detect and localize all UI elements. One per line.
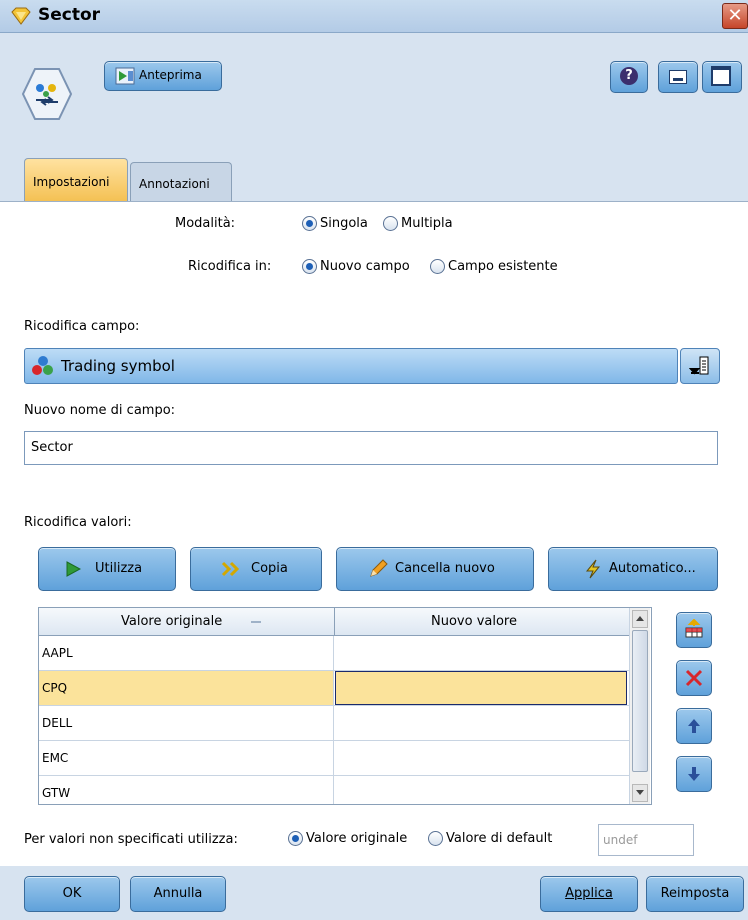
tab-impostazioni[interactable]: Impostazioni bbox=[24, 158, 128, 201]
reset-label: Reimposta bbox=[660, 886, 730, 901]
scroll-down-button[interactable] bbox=[632, 784, 648, 802]
copy-button[interactable]: Copia bbox=[190, 547, 322, 591]
recode-values-label: Ricodifica valori: bbox=[24, 515, 132, 530]
preview-button[interactable]: Anteprima bbox=[104, 61, 222, 91]
table-header: Valore originale Nuovo valore bbox=[39, 608, 629, 636]
new-field-name-input[interactable] bbox=[31, 433, 711, 461]
title-bar bbox=[0, 0, 748, 33]
apply-label: Applica bbox=[565, 886, 613, 901]
insert-row-button[interactable] bbox=[676, 612, 712, 648]
maximize-icon bbox=[711, 66, 731, 86]
close-button[interactable]: ✕ bbox=[722, 3, 748, 29]
radio-valore-originale-label: Valore originale bbox=[306, 831, 408, 846]
cell-new-value[interactable] bbox=[335, 671, 627, 705]
default-value-input[interactable]: undef bbox=[598, 824, 694, 856]
use-label: Utilizza bbox=[95, 561, 143, 576]
recode-values-table: Valore originale Nuovo valore AAPL CPQ D… bbox=[38, 607, 652, 805]
tab-annotazioni[interactable]: Annotazioni bbox=[130, 162, 232, 201]
delete-icon bbox=[685, 669, 703, 687]
double-chevron-icon bbox=[221, 561, 240, 577]
mode-label: Modalità: bbox=[175, 216, 236, 231]
play-icon bbox=[66, 561, 81, 577]
reset-button[interactable]: Reimposta bbox=[646, 876, 744, 912]
radio-singola-label: Singola bbox=[320, 216, 368, 231]
table-row[interactable]: DELL bbox=[39, 706, 629, 741]
minimize-button[interactable] bbox=[658, 61, 698, 93]
radio-campo-esistente-label: Campo esistente bbox=[448, 259, 558, 274]
field-picker-button[interactable] bbox=[680, 348, 720, 384]
minimize-icon bbox=[669, 70, 687, 84]
table-row[interactable]: GTW bbox=[39, 776, 629, 804]
recode-field-label: Ricodifica campo: bbox=[24, 319, 140, 334]
copy-label: Copia bbox=[251, 561, 288, 576]
cell-new-value[interactable] bbox=[335, 741, 627, 775]
radio-nuovo-campo[interactable] bbox=[302, 259, 317, 274]
auto-label: Automatico... bbox=[609, 561, 696, 576]
insert-row-icon bbox=[685, 619, 703, 638]
column-header-new[interactable]: Nuovo valore bbox=[431, 614, 517, 629]
radio-singola[interactable] bbox=[302, 216, 317, 231]
table-row-selected[interactable]: CPQ bbox=[39, 671, 629, 706]
radio-campo-esistente[interactable] bbox=[430, 259, 445, 274]
arrow-down-icon bbox=[688, 767, 700, 781]
sector-node-icon bbox=[11, 7, 31, 25]
radio-valore-originale[interactable] bbox=[288, 831, 303, 846]
scroll-up-button[interactable] bbox=[632, 610, 648, 628]
cell-original: CPQ bbox=[42, 681, 68, 695]
use-button[interactable]: Utilizza bbox=[38, 547, 176, 591]
toolbar bbox=[0, 33, 748, 153]
move-up-button[interactable] bbox=[676, 708, 712, 744]
recode-node-icon bbox=[22, 68, 72, 120]
cell-original: EMC bbox=[42, 751, 69, 765]
recode-field-select[interactable]: Trading symbol bbox=[24, 348, 678, 384]
new-field-name-label: Nuovo nome di campo: bbox=[24, 403, 176, 418]
radio-valore-default[interactable] bbox=[428, 831, 443, 846]
move-down-button[interactable] bbox=[676, 756, 712, 792]
table-row[interactable]: EMC bbox=[39, 741, 629, 776]
cell-original: AAPL bbox=[42, 646, 73, 660]
cell-original: DELL bbox=[42, 716, 73, 730]
pencil-icon bbox=[370, 559, 388, 577]
clear-new-button[interactable]: Cancella nuovo bbox=[336, 547, 534, 591]
help-icon: ? bbox=[620, 67, 638, 85]
cell-new-value[interactable] bbox=[335, 636, 627, 670]
nominal-field-icon bbox=[32, 356, 53, 375]
window-title: Sector bbox=[38, 5, 101, 25]
sort-icon bbox=[251, 621, 261, 623]
apply-button[interactable]: Applica bbox=[540, 876, 638, 912]
cell-new-value[interactable] bbox=[335, 776, 627, 804]
ok-button[interactable]: OK bbox=[24, 876, 120, 912]
cell-new-value[interactable] bbox=[335, 706, 627, 740]
help-button[interactable]: ? bbox=[610, 61, 648, 93]
unspecified-label: Per valori non specificati utilizza: bbox=[24, 832, 238, 847]
cancel-button[interactable]: Annulla bbox=[130, 876, 226, 912]
delete-row-button[interactable] bbox=[676, 660, 712, 696]
radio-multipla-label: Multipla bbox=[401, 216, 453, 231]
radio-nuovo-campo-label: Nuovo campo bbox=[320, 259, 410, 274]
new-field-name-input-wrap bbox=[24, 431, 718, 465]
table-scrollbar[interactable] bbox=[629, 608, 650, 804]
preview-icon bbox=[115, 67, 135, 85]
maximize-button[interactable] bbox=[702, 61, 742, 93]
radio-valore-default-label: Valore di default bbox=[446, 831, 553, 846]
tab-label: Annotazioni bbox=[139, 177, 210, 191]
table-row[interactable]: AAPL bbox=[39, 636, 629, 671]
scroll-thumb[interactable] bbox=[632, 630, 648, 772]
clear-new-label: Cancella nuovo bbox=[395, 561, 495, 576]
cancel-label: Annulla bbox=[153, 886, 203, 901]
ok-label: OK bbox=[62, 886, 82, 901]
radio-multipla[interactable] bbox=[383, 216, 398, 231]
column-header-original[interactable]: Valore originale bbox=[121, 614, 222, 629]
recode-into-label: Ricodifica in: bbox=[188, 259, 272, 274]
field-picker-icon bbox=[689, 356, 709, 375]
arrow-up-icon bbox=[688, 719, 700, 733]
cell-original: GTW bbox=[42, 786, 71, 800]
recode-field-value: Trading symbol bbox=[61, 357, 175, 375]
preview-label: Anteprima bbox=[139, 68, 202, 82]
default-value-text: undef bbox=[603, 833, 638, 847]
tab-label: Impostazioni bbox=[33, 175, 110, 189]
auto-button[interactable]: Automatico... bbox=[548, 547, 718, 591]
lightning-icon bbox=[585, 559, 601, 579]
